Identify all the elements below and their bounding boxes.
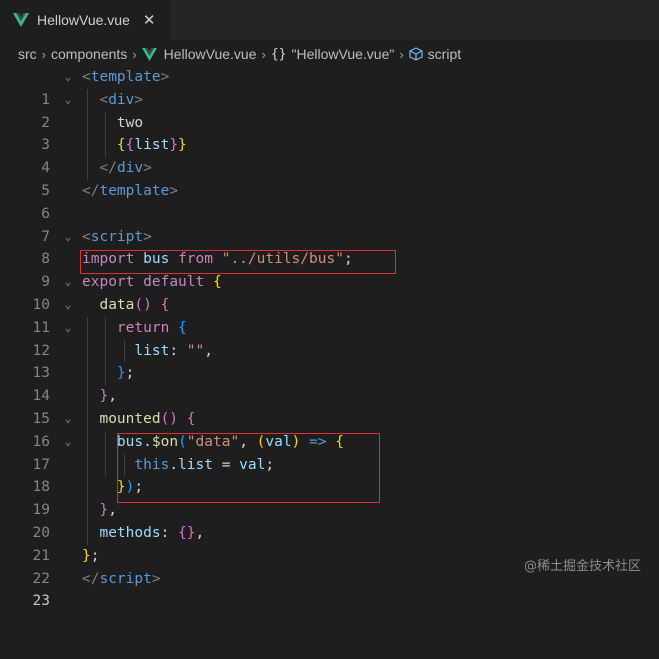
code-line: 10 ⌄ export default { (0, 271, 659, 313)
code-text: {{list}} (116, 137, 187, 154)
code-line: 1 ⌄ <template> (0, 66, 659, 108)
close-icon[interactable]: ✕ (143, 11, 156, 29)
code-text: }; (82, 547, 100, 564)
code-text: methods: {}, (99, 524, 205, 541)
code-line: 15 }, (0, 385, 659, 427)
chevron-down-icon[interactable]: ⌄ (61, 431, 75, 454)
chevron-down-icon[interactable]: ⌄ (61, 317, 75, 340)
code-line: 11 ⌄ data() { (0, 294, 659, 336)
code-line: 2 ⌄ <div> (0, 89, 659, 131)
breadcrumb-item-file[interactable]: HellowVue.vue (164, 46, 257, 62)
breadcrumb-item-components[interactable]: components (51, 46, 127, 62)
chevron-right-icon: › (132, 46, 137, 62)
code-line: 21 methods: {}, (0, 522, 659, 564)
vue-logo-icon (13, 13, 29, 27)
line-number: 23 (32, 593, 50, 610)
code-text: </template> (82, 182, 179, 199)
code-line: 3 two (0, 112, 659, 154)
breadcrumb-item-src[interactable]: src (18, 46, 37, 62)
vue-logo-icon (141, 47, 157, 61)
code-line: 5 </div> (0, 157, 659, 199)
code-text: }; (116, 365, 135, 382)
highlight-box-import (80, 250, 396, 274)
code-text: }, (99, 388, 117, 405)
code-text: </div> (99, 160, 152, 177)
code-text: export default { (82, 274, 222, 291)
code-line: 14 }; (0, 362, 659, 404)
code-line: 4 {{list}} (0, 134, 659, 176)
editor-tab-hellowvue[interactable]: HellowVue.vue ✕ (0, 0, 170, 40)
chevron-right-icon: › (41, 46, 47, 62)
braces-icon: {} (270, 46, 287, 62)
chevron-down-icon[interactable]: ⌄ (61, 226, 75, 249)
code-text: list: "", (134, 342, 213, 359)
code-text: two (116, 114, 144, 131)
code-text: data() { (99, 296, 170, 313)
code-line: 12 ⌄ return { (0, 317, 659, 359)
code-line: 16 ⌄ mounted() { (0, 408, 659, 450)
chevron-down-icon[interactable]: ⌄ (61, 271, 75, 294)
code-text: <script> (82, 228, 152, 245)
breadcrumb: src › components › HellowVue.vue › {} "H… (0, 42, 659, 66)
code-text: </script> (82, 570, 161, 587)
chevron-right-icon: › (399, 46, 404, 62)
tab-bar: HellowVue.vue ✕ (0, 0, 659, 40)
breadcrumb-item-module[interactable]: "HellowVue.vue" (292, 46, 395, 62)
code-text: mounted() { (99, 410, 196, 427)
chevron-down-icon[interactable]: ⌄ (61, 89, 75, 112)
code-editor[interactable]: 1 ⌄ <template> 2 ⌄ <div> 3 two 4 {{list}… (0, 66, 659, 609)
chevron-down-icon[interactable]: ⌄ (61, 294, 75, 317)
code-line: 13 list: "", (0, 340, 659, 382)
code-text: return { (116, 319, 187, 336)
chevron-down-icon[interactable]: ⌄ (61, 408, 75, 431)
chevron-right-icon: › (261, 46, 266, 62)
code-line: 7 (0, 203, 659, 245)
code-line: 8 ⌄ <script> (0, 226, 659, 268)
watermark: @稀土掘金技术社区 (523, 559, 641, 574)
code-text: <div> (99, 91, 144, 108)
tab-title: HellowVue.vue (37, 12, 130, 28)
cube-icon (409, 47, 423, 61)
highlight-box-bus-on (117, 433, 380, 503)
chevron-down-icon[interactable]: ⌄ (61, 66, 75, 89)
code-text: <template> (82, 69, 170, 85)
breadcrumb-item-script[interactable]: script (428, 46, 461, 62)
code-line: 6 </template> (0, 180, 659, 222)
code-text: }, (99, 502, 117, 519)
